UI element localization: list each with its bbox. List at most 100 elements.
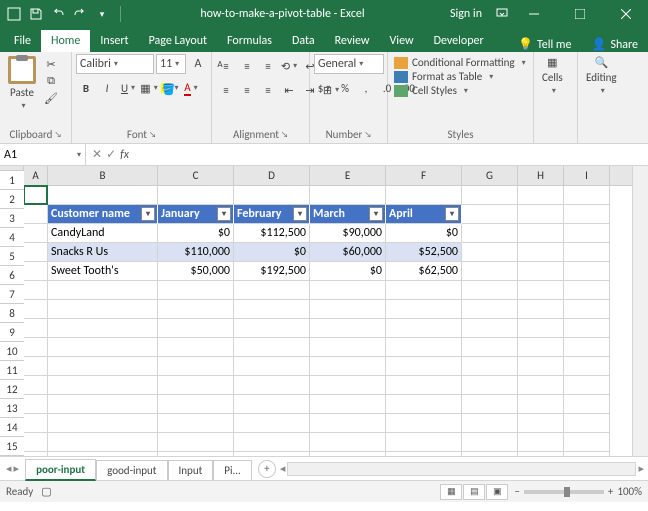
cell[interactable] — [462, 414, 518, 433]
cell[interactable]: $192,500 — [234, 262, 310, 281]
cell[interactable] — [234, 186, 310, 205]
sheet-tab[interactable]: good-input — [96, 460, 167, 480]
cell[interactable] — [462, 376, 518, 395]
fill-color-icon[interactable]: 🪣▾ — [160, 78, 180, 98]
cell[interactable]: Sweet Tooth's — [48, 262, 158, 281]
row-header[interactable]: 3 — [0, 209, 24, 228]
accounting-icon[interactable]: $▾ — [314, 78, 334, 98]
cell[interactable] — [158, 376, 234, 395]
cell[interactable] — [234, 376, 310, 395]
cell[interactable] — [462, 243, 518, 262]
cell[interactable] — [234, 452, 310, 456]
cell[interactable]: $0 — [386, 224, 462, 243]
cell[interactable] — [518, 243, 564, 262]
cell[interactable]: March▾ — [310, 205, 386, 224]
macro-record-icon[interactable]: ▢ — [41, 485, 51, 498]
cell[interactable] — [24, 224, 48, 243]
cell[interactable] — [234, 300, 310, 319]
cell[interactable]: February▾ — [234, 205, 310, 224]
cell[interactable] — [24, 186, 48, 205]
cell[interactable] — [462, 300, 518, 319]
cell[interactable] — [564, 300, 610, 319]
cut-icon[interactable]: ✂ — [42, 56, 60, 72]
cell[interactable] — [234, 357, 310, 376]
number-launcher-icon[interactable]: ↘ — [364, 130, 371, 140]
orientation-icon[interactable]: ⟲▾ — [279, 56, 299, 76]
cell[interactable] — [48, 452, 158, 456]
cell[interactable]: $62,500 — [386, 262, 462, 281]
cell[interactable] — [518, 186, 564, 205]
cell[interactable] — [386, 395, 462, 414]
tab-file[interactable]: File — [4, 30, 41, 52]
tab-insert[interactable]: Insert — [90, 30, 138, 52]
cell[interactable] — [24, 376, 48, 395]
cell[interactable] — [564, 186, 610, 205]
filter-dropdown-icon[interactable]: ▾ — [369, 207, 383, 221]
cell[interactable] — [24, 338, 48, 357]
cell[interactable] — [48, 186, 158, 205]
zoom-in-icon[interactable]: + — [608, 485, 613, 498]
cell[interactable] — [386, 338, 462, 357]
maximize-button[interactable] — [558, 0, 602, 28]
cell[interactable] — [310, 300, 386, 319]
cell[interactable] — [386, 281, 462, 300]
cell[interactable] — [564, 452, 610, 456]
tab-formulas[interactable]: Formulas — [217, 30, 282, 52]
zoom-out-icon[interactable]: − — [514, 485, 519, 498]
cell[interactable] — [386, 376, 462, 395]
paste-button[interactable]: Paste ▾ — [4, 54, 40, 113]
cell[interactable] — [518, 262, 564, 281]
cell-styles-button[interactable]: Cell Styles▾ — [394, 84, 526, 97]
vertical-scrollbar[interactable] — [632, 166, 648, 456]
cell[interactable] — [24, 281, 48, 300]
cell[interactable] — [24, 205, 48, 224]
cell[interactable] — [24, 319, 48, 338]
cell[interactable] — [518, 224, 564, 243]
cell[interactable] — [518, 205, 564, 224]
cell[interactable] — [48, 433, 158, 452]
cell[interactable] — [48, 281, 158, 300]
clipboard-launcher-icon[interactable]: ↘ — [54, 130, 61, 140]
cell[interactable]: $52,500 — [386, 243, 462, 262]
column-header[interactable]: B — [48, 166, 158, 185]
column-header[interactable]: C — [158, 166, 234, 185]
filter-dropdown-icon[interactable]: ▾ — [141, 207, 155, 221]
row-header[interactable]: 1 — [0, 171, 24, 190]
cell[interactable] — [518, 319, 564, 338]
bold-icon[interactable]: B — [76, 78, 96, 98]
cell[interactable] — [462, 395, 518, 414]
cell[interactable] — [462, 205, 518, 224]
close-button[interactable] — [604, 0, 648, 28]
row-header[interactable]: 2 — [0, 190, 24, 209]
cell[interactable]: $110,000 — [158, 243, 234, 262]
cell[interactable]: $60,000 — [310, 243, 386, 262]
fx-icon[interactable]: fx — [120, 148, 129, 162]
align-right-icon[interactable]: ≡ — [258, 80, 278, 100]
cell[interactable] — [386, 433, 462, 452]
align-top-icon[interactable]: ≡ — [216, 56, 236, 76]
cell[interactable] — [310, 357, 386, 376]
zoom-level[interactable]: 100% — [617, 485, 642, 498]
font-color-icon[interactable]: A▾ — [181, 78, 201, 98]
align-middle-icon[interactable]: ≡ — [237, 56, 257, 76]
cell[interactable] — [518, 281, 564, 300]
tab-home[interactable]: Home — [41, 30, 90, 52]
column-header[interactable]: H — [518, 166, 564, 185]
align-bottom-icon[interactable]: ≡ — [258, 56, 278, 76]
align-left-icon[interactable]: ≡ — [216, 80, 236, 100]
minimize-button[interactable] — [512, 0, 556, 28]
cell[interactable] — [48, 319, 158, 338]
row-header[interactable]: 6 — [0, 266, 24, 285]
cell[interactable] — [158, 338, 234, 357]
cell[interactable] — [564, 205, 610, 224]
sheet-tab-active[interactable]: poor-input — [25, 459, 96, 481]
cell[interactable] — [518, 395, 564, 414]
qat-customize-icon[interactable]: ▾ — [94, 6, 110, 22]
border-icon[interactable]: ▦▾ — [139, 78, 159, 98]
cell[interactable] — [48, 357, 158, 376]
cell[interactable]: $112,500 — [234, 224, 310, 243]
cell[interactable] — [158, 357, 234, 376]
cell[interactable] — [564, 414, 610, 433]
cell[interactable] — [48, 414, 158, 433]
cell[interactable]: $0 — [234, 243, 310, 262]
